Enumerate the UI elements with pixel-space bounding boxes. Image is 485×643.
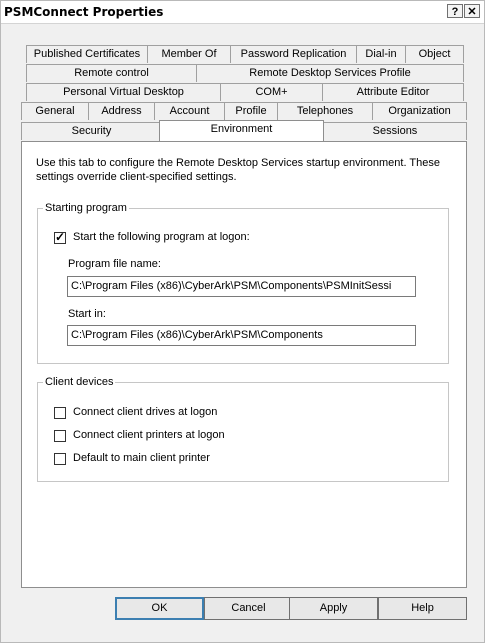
tab-attribute-editor[interactable]: Attribute Editor — [322, 83, 464, 101]
start-program-label: Start the following program at logon: — [73, 231, 250, 243]
program-file-name-input[interactable]: C:\Program Files (x86)\CyberArk\PSM\Comp… — [67, 276, 416, 297]
tab-row-2: Remote control Remote Desktop Services P… — [26, 64, 464, 82]
tab-dial-in[interactable]: Dial-in — [356, 45, 406, 63]
tab-sessions[interactable]: Sessions — [323, 122, 467, 140]
client-devices-group: Client devices Connect client drives at … — [37, 376, 449, 482]
connect-printers-label: Connect client printers at logon — [73, 429, 225, 441]
environment-panel: Use this tab to configure the Remote Des… — [21, 141, 467, 588]
start-program-checkbox[interactable] — [54, 230, 66, 244]
tab-com-plus[interactable]: COM+ — [220, 83, 323, 101]
program-file-name-label: Program file name: — [68, 258, 161, 270]
tab-personal-virtual-desktop[interactable]: Personal Virtual Desktop — [26, 83, 221, 101]
starting-program-legend: Starting program — [43, 202, 129, 214]
close-icon[interactable]: ✕ — [464, 4, 480, 18]
tab-account[interactable]: Account — [154, 102, 225, 120]
help-button[interactable]: Help — [378, 597, 467, 620]
tab-organization[interactable]: Organization — [372, 102, 467, 120]
tab-row-3: Personal Virtual Desktop COM+ Attribute … — [26, 83, 464, 101]
tab-address[interactable]: Address — [88, 102, 155, 120]
help-question-icon[interactable]: ? — [447, 4, 463, 18]
tab-row-5: Security Environment Sessions — [21, 120, 467, 141]
connect-drives-checkbox[interactable] — [54, 407, 66, 419]
tab-telephones[interactable]: Telephones — [277, 102, 373, 120]
title-bar[interactable]: PSMConnect Properties ? ✕ — [1, 1, 484, 24]
tab-password-replication[interactable]: Password Replication — [230, 45, 357, 63]
window-title: PSMConnect Properties — [4, 5, 164, 19]
tab-general[interactable]: General — [21, 102, 89, 120]
default-printer-label: Default to main client printer — [73, 452, 210, 464]
tab-member-of[interactable]: Member Of — [147, 45, 231, 63]
default-printer-checkbox[interactable] — [54, 453, 66, 465]
connect-printers-checkbox[interactable] — [54, 430, 66, 442]
tab-profile[interactable]: Profile — [224, 102, 278, 120]
tab-object[interactable]: Object — [405, 45, 464, 63]
tab-published-certificates[interactable]: Published Certificates — [26, 45, 148, 63]
tab-row-4: General Address Account Profile Telephon… — [21, 102, 467, 120]
cancel-button[interactable]: Cancel — [204, 597, 293, 620]
tab-remote-control[interactable]: Remote control — [26, 64, 197, 82]
ok-button[interactable]: OK — [115, 597, 204, 620]
properties-dialog: PSMConnect Properties ? ✕ Published Cert… — [0, 0, 485, 643]
client-devices-legend: Client devices — [43, 376, 116, 388]
tab-environment[interactable]: Environment — [159, 120, 324, 141]
start-in-input[interactable]: C:\Program Files (x86)\CyberArk\PSM\Comp… — [67, 325, 416, 346]
apply-button[interactable]: Apply — [289, 597, 378, 620]
tab-row-1: Published Certificates Member Of Passwor… — [26, 45, 464, 63]
environment-description: Use this tab to configure the Remote Des… — [36, 157, 440, 183]
tab-security[interactable]: Security — [21, 122, 162, 140]
connect-drives-label: Connect client drives at logon — [73, 406, 218, 418]
start-in-label: Start in: — [68, 308, 106, 320]
starting-program-group: Starting program Start the following pro… — [37, 202, 449, 364]
tab-remote-desktop-services-profile[interactable]: Remote Desktop Services Profile — [196, 64, 464, 82]
